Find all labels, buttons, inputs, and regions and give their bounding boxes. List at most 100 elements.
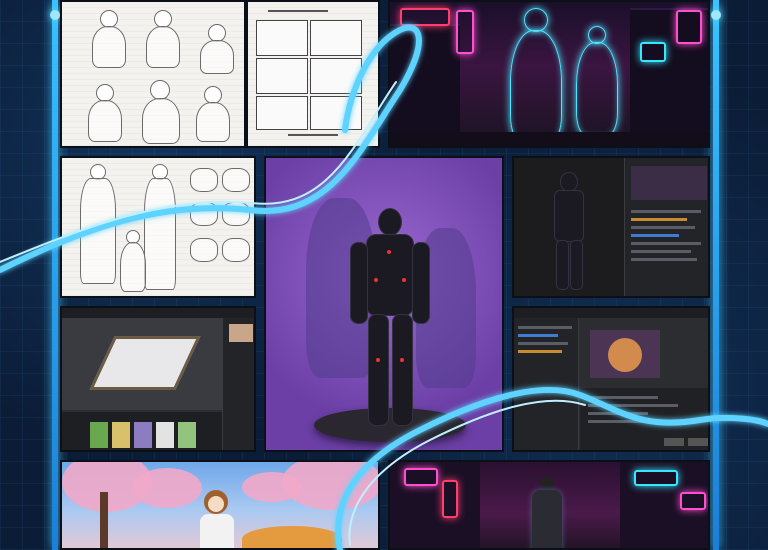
circuit-node [711,10,721,20]
android-body [532,490,562,548]
image-preview [590,330,660,378]
mocap-leg [570,240,583,290]
list-row [631,234,679,237]
neon-alley-scene [388,460,710,550]
hologram-head [524,8,548,32]
menu-bar [514,308,708,318]
hand-study [190,168,218,192]
list-row [631,218,687,221]
handwriting-scribble [288,134,338,136]
cherry-blossom [242,472,302,502]
mocap-leg [556,240,569,290]
list-row [518,334,558,337]
fox-companion [242,526,342,548]
viewport [62,318,222,410]
ui-button[interactable] [688,438,708,446]
hologram-figure [510,30,562,144]
circuit-node [50,10,60,20]
mocap-head [560,172,578,192]
mocap-marker [387,250,391,254]
neon-sign [676,10,702,44]
list-row [588,404,678,407]
thumbnail [229,324,253,342]
neon-sign [680,492,706,510]
mocap-leg [392,314,413,426]
hand-study [190,238,218,262]
neon-sign [634,470,678,486]
mocap-marker [400,358,404,362]
list-row [631,258,697,261]
floor-tile [89,336,201,390]
tree-trunk [100,492,108,548]
hand-study [222,238,250,262]
list-row [518,326,572,329]
sketch-figure [92,26,126,68]
mocap-torso [366,234,414,316]
compositing-software [512,306,710,452]
node-editor [580,388,708,450]
mocap-software-dark [512,156,710,298]
sketch-figure [80,178,116,284]
neon-sign [456,10,474,54]
sketch-figure [142,98,180,144]
mocap-marker [376,358,380,362]
sketch-head [150,80,170,100]
preview-subject [608,338,642,372]
sketch-figure [120,242,146,292]
handwriting-scribble [268,10,328,12]
character-face [208,496,224,512]
asset-thumbnail [178,422,196,448]
neon-sign [400,8,450,26]
storyboard-sketch [246,0,380,148]
menu-bar [62,308,254,318]
storyboard-frame [310,20,362,56]
list-row [588,412,648,415]
list-row [631,250,691,253]
list-row [631,242,701,245]
list-row [631,210,701,213]
list-row [588,396,658,399]
sketch-figure [200,40,234,74]
right-glow-rail [713,0,719,550]
mocap-marker [402,278,406,282]
neon-sign [404,468,438,486]
ui-button[interactable] [664,438,684,446]
mocap-leg [368,314,389,426]
character-body [200,514,234,548]
left-glow-rail [52,0,58,550]
turntable-platform [314,408,466,442]
layout-3d-software [60,306,256,452]
character-turnaround-sketch [60,0,246,148]
cherry-blossom [132,468,202,508]
properties-panel [222,318,254,450]
sketch-figure [146,26,180,68]
storyboard-frame [256,58,308,94]
asset-thumbnail [112,422,130,448]
anime-blossom-scene [60,460,380,550]
asset-thumbnail [156,422,174,448]
sketch-figure [88,100,122,142]
hand-study [222,168,250,192]
sketch-figure [144,178,176,290]
layers-panel [514,318,579,450]
android-head [540,476,554,490]
neon-sign [640,42,666,62]
asset-thumbnail [134,422,152,448]
hand-study [190,202,218,226]
mocap-arm [350,242,368,324]
mocap-marker [374,278,378,282]
asset-thumbnail [90,422,108,448]
mocap-suit-purple [264,156,504,452]
mocap-head [378,208,402,236]
viewport [514,158,624,296]
list-row [518,350,562,353]
properties-panel [624,158,708,296]
hologram-figure [576,42,618,136]
storyboard-frame [256,96,308,130]
storyboard-frame [310,96,362,130]
asset-browser [62,412,222,450]
neon-sign [442,480,458,518]
storyboard-frame [256,20,308,56]
mocap-torso [554,190,584,242]
hand-study [222,202,250,226]
